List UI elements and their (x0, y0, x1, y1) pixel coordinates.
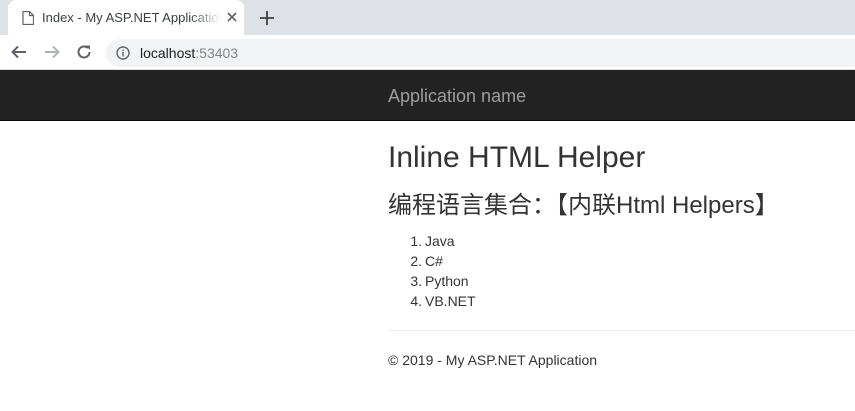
browser-tab[interactable]: Index - My ASP.NET Application (8, 0, 244, 35)
language-list: 1. Java 2. C# 3. Python 4. VB.NET (388, 231, 476, 311)
list-item-number: 2. (410, 253, 422, 269)
page-subtitle: 编程语言集合：【内联Html Helpers】 (388, 192, 779, 219)
footer-divider (388, 330, 855, 331)
list-item-number: 3. (410, 273, 422, 289)
forward-arrow-icon[interactable] (43, 43, 61, 61)
url-host: localhost (140, 45, 196, 61)
reload-icon[interactable] (75, 43, 93, 61)
list-item-label: VB.NET (425, 293, 476, 309)
list-item-number: 1. (410, 233, 422, 249)
url-text[interactable]: localhost:53403 (140, 45, 238, 61)
list-item: 2. C# (388, 251, 476, 271)
list-item-number: 4. (410, 293, 422, 309)
list-item-label: Python (425, 273, 469, 289)
page-title: Inline HTML Helper (388, 141, 646, 174)
app-navbar: Application name (0, 70, 855, 121)
list-item-label: C# (425, 253, 443, 269)
brand-link[interactable]: Application name (388, 86, 526, 107)
browser-toolbar: localhost:53403 (0, 35, 855, 70)
page-icon (22, 11, 34, 25)
list-item-label: Java (425, 233, 455, 249)
tab-title: Index - My ASP.NET Application (42, 10, 222, 25)
plus-icon[interactable] (258, 9, 276, 27)
browser-tab-strip: Index - My ASP.NET Application (0, 0, 855, 35)
url-port: :53403 (195, 45, 239, 61)
footer-text: © 2019 - My ASP.NET Application (388, 352, 598, 368)
address-bar[interactable]: localhost:53403 (106, 39, 855, 67)
list-item: 3. Python (388, 271, 476, 291)
info-icon[interactable] (116, 46, 130, 60)
back-arrow-icon[interactable] (10, 43, 28, 61)
close-icon[interactable] (226, 11, 238, 23)
list-item: 1. Java (388, 231, 476, 251)
list-item: 4. VB.NET (388, 291, 476, 311)
